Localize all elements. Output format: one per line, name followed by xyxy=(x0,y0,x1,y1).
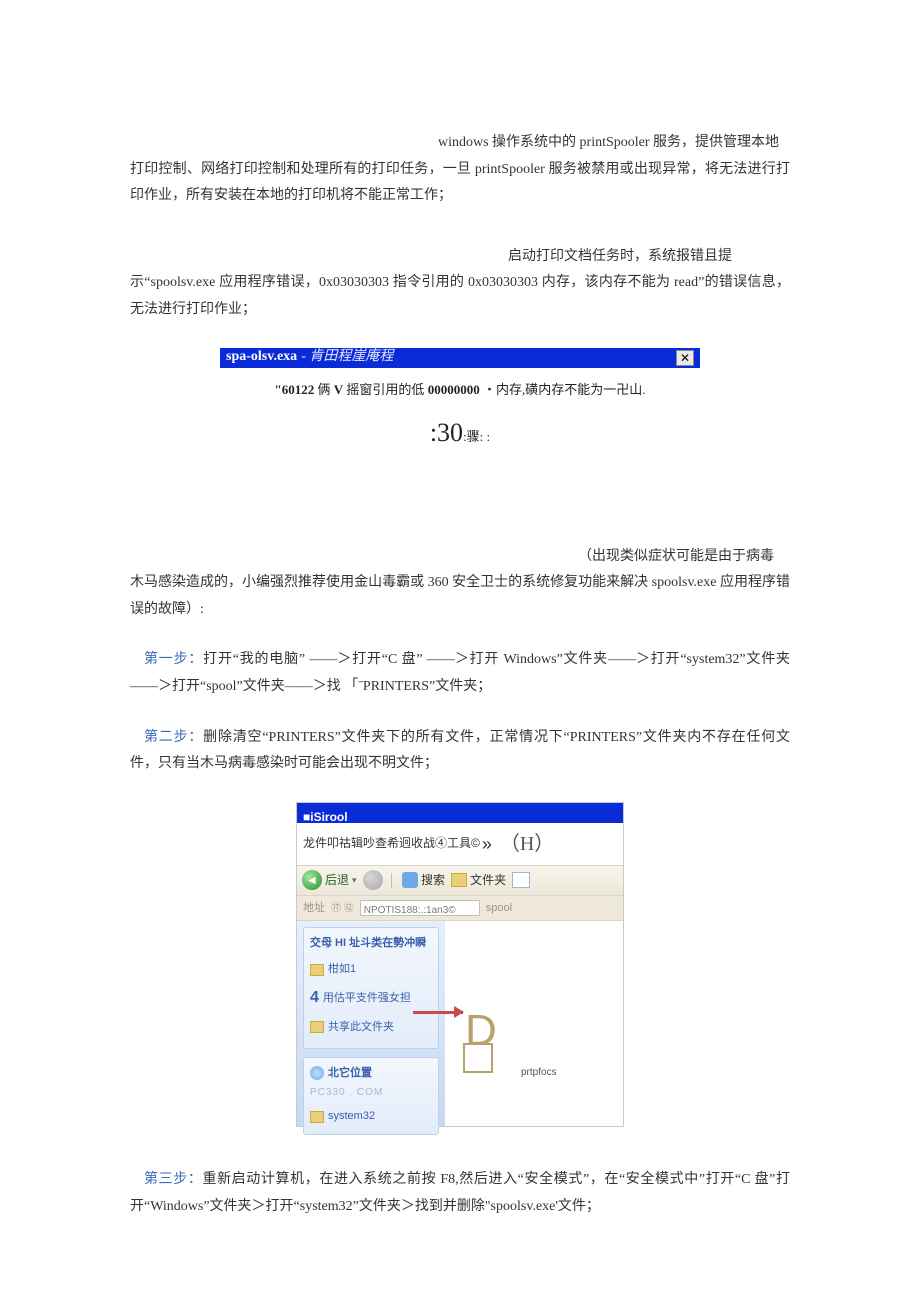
spool-crumb: spool xyxy=(486,898,512,919)
task-item-1[interactable]: 柑如1 xyxy=(310,959,432,980)
intro-lead: windows 操作系统中的 printSpooler 服务，提供管理本地 xyxy=(130,130,790,157)
step-1-text: 打开“我的电脑” ——＞打开“C 盘” ——＞打开 Windows”文件夹——＞… xyxy=(130,652,790,694)
error-title-sub: - 肯田程崖庵程 xyxy=(301,344,393,371)
step-3-text: 重新启动计算机，在进入系统之前按 F8,然后进入“安全模式”，在“安全模式中”打… xyxy=(130,1172,790,1214)
step-2-text: 删除清空“PRINTERS”文件夹下的所有文件，正常情况下“PRINTERS”文… xyxy=(130,730,790,772)
watermark: PC330 . COM xyxy=(310,1083,432,1102)
step-1: 第一步：打开“我的电脑” ——＞打开“C 盘” ——＞打开 Windows”文件… xyxy=(130,647,790,700)
symptom-lead: 启动打印文档任务时，系统报错且提 xyxy=(130,244,790,271)
explorer-window: ■iSirool 龙件叩祜辑吵查希迥收战④工具© » （H） ◄ 后退 ▾ │ … xyxy=(296,802,624,1128)
step-3-label: 第三步： xyxy=(144,1172,202,1187)
explorer-sidebar: 交母 HI 址斗类在勢冲瞬 柑如1 4 用估平支件强女担 共享此文件夹 北它位置 xyxy=(297,921,445,1126)
error-dialog: spa-olsv.exa - 肯田程崖庵程 ✕ "60122 俩 V 摇窗引用的… xyxy=(220,348,700,464)
err-l1-b: 俩 xyxy=(318,382,331,397)
system32-link[interactable]: system32 xyxy=(310,1106,432,1127)
back-arrow-icon: ◄ xyxy=(302,870,322,890)
back-label: 后退 xyxy=(325,869,349,892)
folder-icon xyxy=(451,873,467,887)
folders-button[interactable]: 文件夹 xyxy=(451,869,506,892)
err-l1-a: "60122 xyxy=(275,382,315,397)
folder-icon xyxy=(310,1021,324,1033)
forward-button[interactable] xyxy=(363,870,383,890)
explorer-addressbar: 地址 ⑰ ⑫ NPOTIS188:.:1an3© spool xyxy=(297,896,623,922)
task-item-3[interactable]: 共享此文件夹 xyxy=(310,1017,432,1038)
err-l1-c: V xyxy=(334,382,343,397)
tasks-panel: 交母 HI 址斗类在勢冲瞬 柑如1 4 用估平支件强女担 共享此文件夹 xyxy=(303,927,439,1048)
err-l2-small: :骤: : xyxy=(463,429,490,444)
error-dialog-body: "60122 俩 V 摇窗引用的低 00000000 ・内存,磺内存不能为一卍山… xyxy=(220,368,700,464)
explorer-toolbar: ◄ 后退 ▾ │ 搜索 文件夹 xyxy=(297,865,623,896)
err-l1-f: ・内存,磺内存不能为一卍山. xyxy=(483,382,646,397)
places-title: 北它位置 xyxy=(328,1063,372,1084)
info-icon xyxy=(310,1066,324,1080)
address-label: 地址 xyxy=(303,898,325,919)
symptom-body: 示“spoolsv.exe 应用程序错误，0x03030303 指令引用的 0x… xyxy=(130,270,790,323)
tasks-panel-title: 交母 HI 址斗类在勢冲瞬 xyxy=(310,933,432,954)
step-1-label: 第一步： xyxy=(144,652,203,667)
search-button[interactable]: 搜索 xyxy=(402,869,445,892)
search-label: 搜索 xyxy=(421,869,445,892)
prtprocs-label: prtpfocs xyxy=(521,1063,557,1082)
step-2-label: 第二步： xyxy=(144,730,203,745)
red-arrow-icon xyxy=(413,1011,463,1014)
err-l1-e: 00000000 xyxy=(428,382,480,397)
explorer-menu-h: （H） xyxy=(500,825,554,863)
err-l1-d: 摇窗引用的低 xyxy=(346,382,424,397)
places-panel: 北它位置 PC330 . COM system32 xyxy=(303,1057,439,1136)
file-placeholder-icon xyxy=(463,1043,493,1073)
cause-body: 木马感染造成的，小编强烈推荐使用金山毒霸或 360 安全卫士的系统修复功能来解决… xyxy=(130,570,790,623)
explorer-file-pane: D prtpfocs xyxy=(445,921,623,1126)
folder-icon xyxy=(310,1111,324,1123)
step-2: 第二步：删除清空“PRINTERS”文件夹下的所有文件，正常情况下“PRINTE… xyxy=(130,725,790,778)
explorer-menubar: 龙件叩祜辑吵查希迥收战④工具© » （H） xyxy=(297,823,623,865)
error-title-main: spa-olsv.exa xyxy=(226,344,297,371)
task-item-2[interactable]: 4 用估平支件强女担 xyxy=(310,983,432,1013)
back-button[interactable]: ◄ 后退 ▾ xyxy=(302,869,357,892)
address-input[interactable]: NPOTIS188:.:1an3© xyxy=(360,900,480,916)
folder-icon xyxy=(310,964,324,976)
search-icon xyxy=(402,872,418,888)
view-button[interactable] xyxy=(512,872,530,888)
explorer-titlebar: ■iSirool xyxy=(297,803,623,823)
step-3: 第三步：重新启动计算机，在进入系统之前按 F8,然后进入“安全模式”，在“安全模… xyxy=(130,1167,790,1220)
explorer-menu-raquo: » xyxy=(482,827,492,861)
explorer-menu-text: 龙件叩祜辑吵查希迥收战④工具© xyxy=(303,832,480,855)
err-l2-big: :30 xyxy=(430,418,463,447)
folders-label: 文件夹 xyxy=(470,869,506,892)
toolbar-separator: │ xyxy=(389,869,397,892)
intro-body: 打印控制、网络打印控制和处理所有的打印任务，一旦 printSpooler 服务… xyxy=(130,157,790,210)
error-dialog-titlebar: spa-olsv.exa - 肯田程崖庵程 ✕ xyxy=(220,348,700,368)
close-icon[interactable]: ✕ xyxy=(676,350,694,366)
cause-lead: （出现类似症状可能是由于病毒 xyxy=(130,544,790,571)
